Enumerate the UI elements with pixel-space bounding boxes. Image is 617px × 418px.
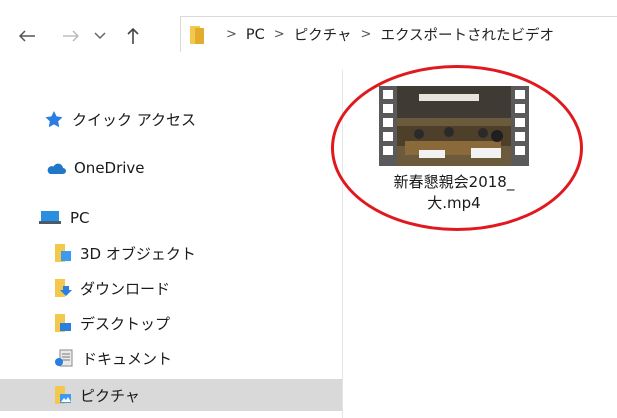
sidebar-item-label: デスクトップ (80, 314, 171, 333)
recent-locations-button[interactable] (90, 24, 110, 48)
sidebar-item-documents[interactable]: ドキュメント (54, 346, 172, 370)
address-bar[interactable]: > PC > ピクチャ > エクスポートされたビデオ (180, 16, 617, 52)
sidebar-item-label: OneDrive (74, 159, 145, 177)
chevron-right-icon: > (273, 27, 285, 42)
sidebar-item-pc[interactable]: PC (38, 206, 90, 230)
sidebar-item-desktop[interactable]: デスクトップ (54, 311, 170, 335)
3d-objects-folder-icon (54, 243, 72, 263)
star-icon (44, 110, 64, 128)
sidebar-item-onedrive[interactable]: OneDrive (44, 156, 145, 180)
breadcrumb-pictures[interactable]: ピクチャ (292, 24, 354, 45)
chevron-right-icon: > (226, 27, 237, 42)
sidebar-item-3d-objects[interactable]: 3D オブジェクト (54, 241, 196, 265)
back-arrow-icon (18, 30, 35, 42)
sidebar-item-quick-access[interactable]: クイック アクセス (44, 107, 196, 131)
chevron-down-icon (94, 32, 106, 40)
computer-icon (38, 210, 62, 226)
navigation-pane: クイック アクセス OneDrive PC 3D オブジェクト ダウンロード デ… (0, 70, 343, 418)
sidebar-item-pictures[interactable]: ピクチャ (0, 379, 342, 411)
forward-arrow-icon (63, 30, 80, 42)
back-button[interactable] (14, 24, 40, 48)
documents-folder-icon (54, 348, 74, 368)
up-button[interactable] (120, 24, 146, 48)
sidebar-item-label: PC (70, 209, 90, 227)
breadcrumb-exported-videos[interactable]: エクスポートされたビデオ (378, 24, 556, 45)
chevron-right-icon: > (360, 27, 372, 42)
up-arrow-icon (127, 27, 139, 44)
desktop-folder-icon (54, 313, 72, 333)
folder-icon (189, 24, 205, 46)
highlight-circle (331, 65, 583, 231)
sidebar-item-label: ダウンロード (80, 279, 171, 298)
downloads-folder-icon (54, 278, 72, 298)
sidebar-item-label: クイック アクセス (72, 110, 197, 129)
sidebar-item-label: ピクチャ (80, 386, 140, 405)
sidebar-item-label: ドキュメント (82, 349, 173, 368)
breadcrumb-pc[interactable]: PC (244, 27, 267, 43)
toolbar: > PC > ピクチャ > エクスポートされたビデオ (0, 0, 617, 70)
sidebar-item-label: 3D オブジェクト (80, 244, 196, 263)
forward-button[interactable] (58, 24, 84, 48)
cloud-icon (44, 160, 66, 176)
pictures-folder-icon (54, 385, 72, 405)
sidebar-item-downloads[interactable]: ダウンロード (54, 276, 170, 300)
